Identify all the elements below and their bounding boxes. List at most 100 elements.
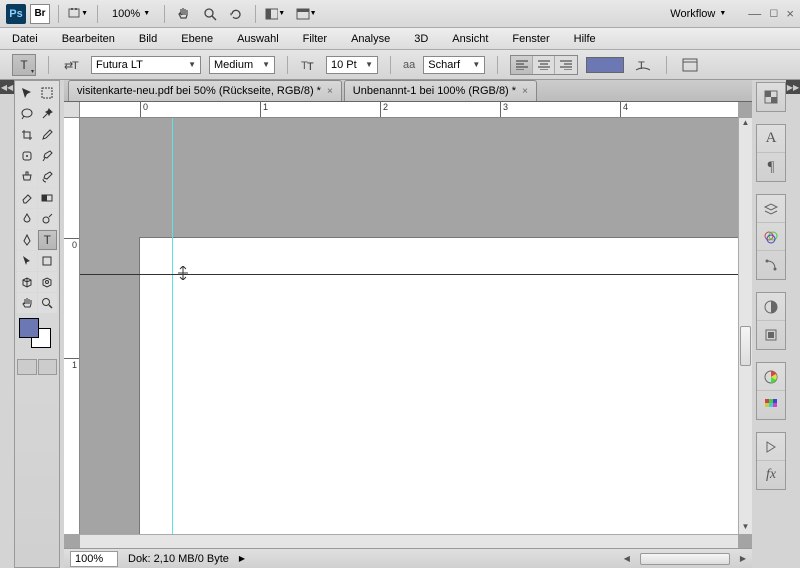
lasso-tool[interactable]	[17, 104, 37, 124]
arrange-documents-dropdown[interactable]: ▼	[264, 4, 286, 24]
path-selection-tool[interactable]	[17, 251, 37, 271]
rotate-view-shortcut[interactable]	[225, 4, 247, 24]
clone-stamp-tool[interactable]	[17, 167, 37, 187]
gradient-tool[interactable]	[38, 188, 58, 208]
screen-mode-toggle[interactable]	[38, 359, 58, 375]
eraser-tool[interactable]	[17, 188, 37, 208]
maximize-button[interactable]: ◻	[769, 6, 778, 21]
document-tabs: visitenkarte-neu.pdf bei 50% (Rückseite,…	[64, 80, 752, 102]
hand-tool-shortcut[interactable]	[173, 4, 195, 24]
font-family-dropdown[interactable]: Futura LT▼	[91, 56, 201, 74]
dodge-tool[interactable]	[38, 209, 58, 229]
quick-mask-toggle[interactable]	[17, 359, 37, 375]
screen-mode-dropdown[interactable]: ▼	[290, 4, 322, 24]
bridge-icon[interactable]: Br	[30, 4, 50, 24]
vertical-guide[interactable]	[172, 118, 173, 534]
doc-info-text[interactable]: Dok: 2,10 MB/0 Byte	[128, 553, 229, 565]
menu-help[interactable]: Hilfe	[570, 31, 600, 47]
menu-analysis[interactable]: Analyse	[347, 31, 394, 47]
zoom-level-dropdown[interactable]: 100% ▼	[106, 6, 156, 22]
eyedropper-tool[interactable]	[38, 125, 58, 145]
magic-wand-tool[interactable]	[38, 104, 58, 124]
brush-tool[interactable]	[38, 146, 58, 166]
canvas[interactable]	[80, 118, 738, 534]
healing-brush-tool[interactable]	[17, 146, 37, 166]
text-color-swatch[interactable]	[586, 57, 624, 73]
menu-file[interactable]: Datei	[8, 31, 42, 47]
current-tool-preset[interactable]: T▾	[12, 54, 36, 76]
warp-text-button[interactable]: T	[632, 55, 654, 75]
styles-panel-icon[interactable]	[757, 321, 785, 349]
align-right-button[interactable]	[555, 56, 577, 74]
crop-tool[interactable]	[17, 125, 37, 145]
shape-tool[interactable]	[38, 251, 58, 271]
horizontal-scrollbar[interactable]	[80, 534, 738, 548]
foreground-color-swatch[interactable]	[19, 318, 39, 338]
paragraph-panel-icon[interactable]: ¶	[757, 153, 785, 181]
swatches-panel-icon[interactable]	[757, 83, 785, 111]
canvas-viewport: 0 1 2 3 4 5 0 1 ▲ ▼	[64, 102, 752, 548]
menu-layer[interactable]: Ebene	[177, 31, 217, 47]
ruler-origin[interactable]	[64, 102, 80, 118]
zoom-input[interactable]: 100%	[70, 551, 118, 567]
type-tool[interactable]: T	[38, 230, 58, 250]
character-panel-toggle[interactable]	[679, 55, 701, 75]
vertical-scrollbar[interactable]: ▲ ▼	[738, 118, 752, 534]
toolbox: T	[14, 80, 60, 568]
vertical-ruler[interactable]: 0 1	[64, 118, 80, 534]
font-size-dropdown[interactable]: 10 Pt▼	[326, 56, 378, 74]
menu-image[interactable]: Bild	[135, 31, 161, 47]
menu-filter[interactable]: Filter	[299, 31, 331, 47]
menu-edit[interactable]: Bearbeiten	[58, 31, 119, 47]
actions-panel-icon[interactable]	[757, 433, 785, 461]
menu-window[interactable]: Fenster	[508, 31, 553, 47]
close-tab-icon[interactable]: ×	[327, 86, 333, 97]
marquee-tool[interactable]	[38, 83, 58, 103]
document-tab-1[interactable]: visitenkarte-neu.pdf bei 50% (Rückseite,…	[68, 80, 342, 101]
3d-tool[interactable]	[17, 272, 37, 292]
zoom-tool[interactable]	[38, 293, 58, 313]
channels-panel-icon[interactable]	[757, 223, 785, 251]
align-center-button[interactable]	[533, 56, 555, 74]
align-left-button[interactable]	[511, 56, 533, 74]
paths-panel-icon[interactable]	[757, 251, 785, 279]
font-weight-dropdown[interactable]: Medium▼	[209, 56, 275, 74]
blur-tool[interactable]	[17, 209, 37, 229]
text-align-group	[510, 55, 578, 75]
move-tool[interactable]	[17, 83, 37, 103]
extras-dropdown[interactable]: ▼	[67, 4, 89, 24]
svg-text:⇄: ⇄	[64, 60, 73, 72]
character-panel-icon[interactable]: A	[757, 125, 785, 153]
pen-tool[interactable]	[17, 230, 37, 250]
color-panel-icon[interactable]	[757, 363, 785, 391]
menu-view[interactable]: Ansicht	[448, 31, 492, 47]
photoshop-icon[interactable]: Ps	[6, 4, 26, 24]
right-dock-collapse-toggle[interactable]: ▶▶	[786, 80, 800, 94]
horizontal-scroll-thumb[interactable]	[640, 553, 730, 565]
color-swatches[interactable]	[17, 318, 57, 352]
horizontal-ruler[interactable]: 0 1 2 3 4 5	[80, 102, 738, 118]
minimize-button[interactable]: —	[748, 6, 761, 21]
swatches-grid-panel-icon[interactable]	[757, 391, 785, 419]
close-tab-icon[interactable]: ×	[522, 86, 528, 97]
3d-camera-tool[interactable]	[38, 272, 58, 292]
menu-select[interactable]: Auswahl	[233, 31, 283, 47]
layers-panel-icon[interactable]	[757, 195, 785, 223]
workspace-switcher[interactable]: Workflow▼	[662, 5, 734, 23]
toolbox-collapse-toggle[interactable]: ◀◀	[0, 80, 14, 94]
svg-text:T: T	[72, 60, 79, 72]
history-brush-tool[interactable]	[38, 167, 58, 187]
doc-info-flyout-icon[interactable]: ▶	[239, 554, 245, 563]
close-button[interactable]: ×	[786, 6, 794, 21]
adjustments-panel-icon[interactable]	[757, 293, 785, 321]
menu-3d[interactable]: 3D	[410, 31, 432, 47]
text-orientation-toggle[interactable]: ⇄T	[61, 55, 83, 75]
document-area: visitenkarte-neu.pdf bei 50% (Rückseite,…	[64, 80, 752, 568]
fx-panel-icon[interactable]: fx	[757, 461, 785, 489]
hand-tool[interactable]	[17, 293, 37, 313]
document-canvas[interactable]	[140, 238, 738, 534]
antialias-dropdown[interactable]: Scharf▼	[423, 56, 485, 74]
right-panel-dock: A ¶ fx	[756, 80, 786, 568]
zoom-tool-shortcut[interactable]	[199, 4, 221, 24]
document-tab-2[interactable]: Unbenannt-1 bei 100% (RGB/8) *×	[344, 80, 537, 101]
